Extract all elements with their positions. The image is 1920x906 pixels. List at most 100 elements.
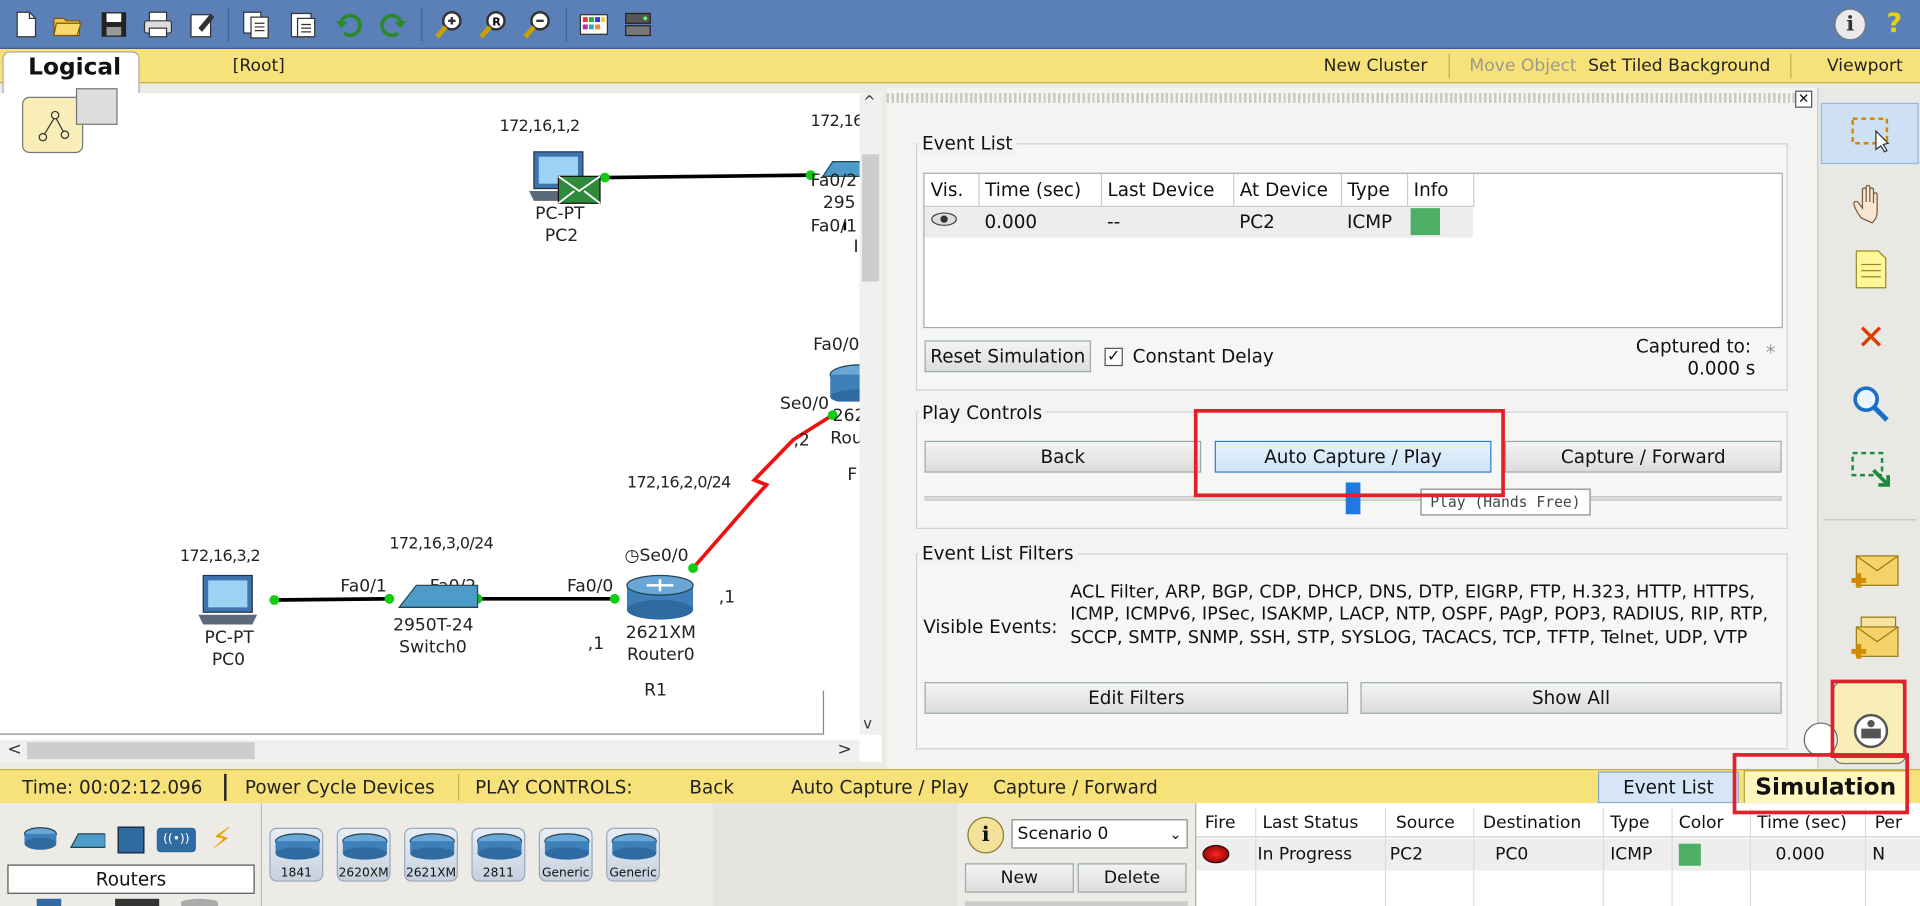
- custom-device-icon[interactable]: [622, 9, 654, 41]
- pdu-col-fire[interactable]: Fire: [1205, 813, 1236, 833]
- power-cycle-devices-button[interactable]: Power Cycle Devices: [245, 776, 435, 798]
- captured-to-label: Captured to:: [1635, 335, 1752, 358]
- switch0-device[interactable]: [392, 580, 480, 609]
- activity-wizard-icon[interactable]: [186, 9, 218, 41]
- add-simple-pdu-icon[interactable]: [1849, 549, 1899, 593]
- col-info[interactable]: Info: [1406, 173, 1474, 207]
- pdu-col-source[interactable]: Source: [1396, 813, 1455, 833]
- event-list-toggle-button[interactable]: Event List: [1597, 771, 1739, 804]
- hand-icon[interactable]: [1849, 181, 1893, 225]
- topology-links: [269, 170, 847, 605]
- edit-filters-button[interactable]: Edit Filters: [924, 682, 1349, 714]
- new-file-icon[interactable]: [10, 9, 42, 41]
- scroll-right-icon[interactable]: >: [838, 740, 852, 760]
- wireless-category-icon[interactable]: ((•)): [156, 827, 196, 853]
- viewport-button[interactable]: Viewport: [1827, 56, 1903, 76]
- back-button[interactable]: Back: [924, 440, 1202, 473]
- vertical-scrollbar[interactable]: ^ v: [859, 93, 882, 735]
- capture-forward-button[interactable]: Capture / Forward: [1504, 440, 1782, 473]
- pdu-source: PC2: [1389, 844, 1424, 865]
- status-back-button[interactable]: Back: [689, 776, 734, 798]
- undo-icon[interactable]: [333, 9, 365, 41]
- pc0-device[interactable]: [196, 573, 258, 625]
- device-generic-1[interactable]: Generic: [538, 827, 593, 882]
- root-breadcrumb[interactable]: [Root]: [233, 56, 285, 76]
- vertical-scroll-thumb[interactable]: [862, 154, 880, 282]
- device-generic-2[interactable]: Generic: [606, 827, 661, 882]
- zoom-reset-icon[interactable]: R: [478, 9, 510, 41]
- move-object-button[interactable]: Move Object: [1469, 56, 1576, 76]
- device-category-label: Routers: [7, 864, 255, 894]
- panel-drag-handle[interactable]: [886, 93, 1798, 103]
- open-folder-icon[interactable]: [51, 9, 83, 41]
- connections-category-icon[interactable]: ⚡: [203, 820, 240, 857]
- paste-icon[interactable]: [287, 9, 319, 41]
- device-2811[interactable]: 2811: [471, 827, 526, 882]
- router-top-host-label: ,2: [793, 431, 810, 451]
- print-icon[interactable]: [142, 9, 174, 41]
- event-info-cell[interactable]: [1407, 206, 1473, 238]
- close-icon[interactable]: ✕: [1795, 90, 1813, 108]
- pdu-col-last-status[interactable]: Last Status: [1262, 813, 1358, 833]
- logical-workspace[interactable]: 172,16,1,2 PC-PT PC2 172,16 Fa0/2 295 Fa…: [0, 88, 890, 762]
- set-tiled-background-button[interactable]: Set Tiled Background: [1588, 56, 1770, 76]
- constant-delay-checkbox[interactable]: ✓: [1104, 347, 1123, 367]
- status-bar: Time: 00:02:12.096 Power Cycle Devices P…: [0, 768, 1920, 805]
- router0-device[interactable]: [624, 573, 695, 622]
- horizontal-scroll-thumb[interactable]: [26, 742, 255, 760]
- highlight-simulation-icon: [1830, 679, 1907, 758]
- inspect-icon[interactable]: [1849, 382, 1893, 426]
- cluster-icon[interactable]: [22, 96, 84, 154]
- hubs-category-icon[interactable]: [117, 826, 145, 854]
- redo-icon[interactable]: [377, 9, 409, 41]
- event-info-swatch[interactable]: [1410, 208, 1441, 236]
- col-time[interactable]: Time (sec): [978, 173, 1102, 207]
- col-last-device[interactable]: Last Device: [1100, 173, 1234, 207]
- scroll-left-icon[interactable]: <: [7, 740, 21, 760]
- reset-simulation-button[interactable]: Reset Simulation: [924, 340, 1092, 373]
- event-row[interactable]: 0.000 -- PC2 ICMP: [924, 205, 1474, 238]
- pdu-list-table[interactable]: Fire Last Status Source Destination Type…: [1196, 808, 1920, 906]
- pdu-col-type[interactable]: Type: [1610, 813, 1649, 833]
- status-auto-capture-button[interactable]: Auto Capture / Play: [791, 776, 969, 798]
- pdu-col-time[interactable]: Time (sec): [1757, 813, 1847, 833]
- zoom-out-icon[interactable]: [522, 9, 554, 41]
- scenario-select[interactable]: Scenario 0 ⌄: [1011, 819, 1188, 849]
- new-scenario-button[interactable]: New: [964, 863, 1074, 893]
- device-2621xm[interactable]: 2621XM: [404, 827, 458, 882]
- right-toolbar: ✕: [1803, 88, 1920, 769]
- save-icon[interactable]: [98, 9, 130, 41]
- delete-icon[interactable]: ✕: [1849, 316, 1893, 360]
- col-at-device[interactable]: At Device: [1233, 173, 1342, 207]
- show-all-button[interactable]: Show All: [1360, 682, 1782, 714]
- col-type[interactable]: Type: [1340, 173, 1408, 207]
- device-2620xm[interactable]: 2620XM: [336, 827, 391, 882]
- eye-icon[interactable]: [924, 206, 978, 238]
- pc2-device[interactable]: [527, 149, 605, 208]
- routers-category-icon[interactable]: [22, 827, 59, 851]
- horizontal-scrollbar[interactable]: < >: [0, 739, 860, 762]
- status-capture-forward-button[interactable]: Capture / Forward: [993, 776, 1158, 798]
- help-icon[interactable]: ?: [1878, 9, 1910, 41]
- fire-indicator-icon[interactable]: [1202, 844, 1230, 864]
- scenario-info-icon[interactable]: i: [967, 816, 1005, 854]
- pdu-col-color[interactable]: Color: [1679, 813, 1724, 833]
- resize-shape-icon[interactable]: [1849, 448, 1893, 492]
- col-vis[interactable]: Vis.: [924, 173, 979, 207]
- select-tool[interactable]: [1820, 102, 1919, 165]
- copy-icon[interactable]: [240, 9, 272, 41]
- event-list-table[interactable]: Vis. Time (sec) Last Device At Device Ty…: [923, 172, 1783, 329]
- scroll-down-icon[interactable]: v: [863, 715, 872, 732]
- delete-scenario-button[interactable]: Delete: [1077, 863, 1187, 893]
- device-1841[interactable]: 1841: [269, 827, 324, 882]
- new-cluster-button[interactable]: New Cluster: [1324, 56, 1428, 76]
- switches-category-icon[interactable]: [69, 831, 106, 848]
- note-icon[interactable]: [1849, 247, 1893, 291]
- scroll-up-icon[interactable]: ^: [863, 93, 875, 110]
- add-complex-pdu-icon[interactable]: [1849, 615, 1899, 659]
- palette-icon[interactable]: [578, 9, 610, 41]
- info-icon[interactable]: i: [1834, 8, 1867, 41]
- pdu-col-periodic[interactable]: Per: [1875, 813, 1902, 833]
- zoom-in-icon[interactable]: [433, 9, 465, 41]
- pdu-col-destination[interactable]: Destination: [1483, 813, 1581, 833]
